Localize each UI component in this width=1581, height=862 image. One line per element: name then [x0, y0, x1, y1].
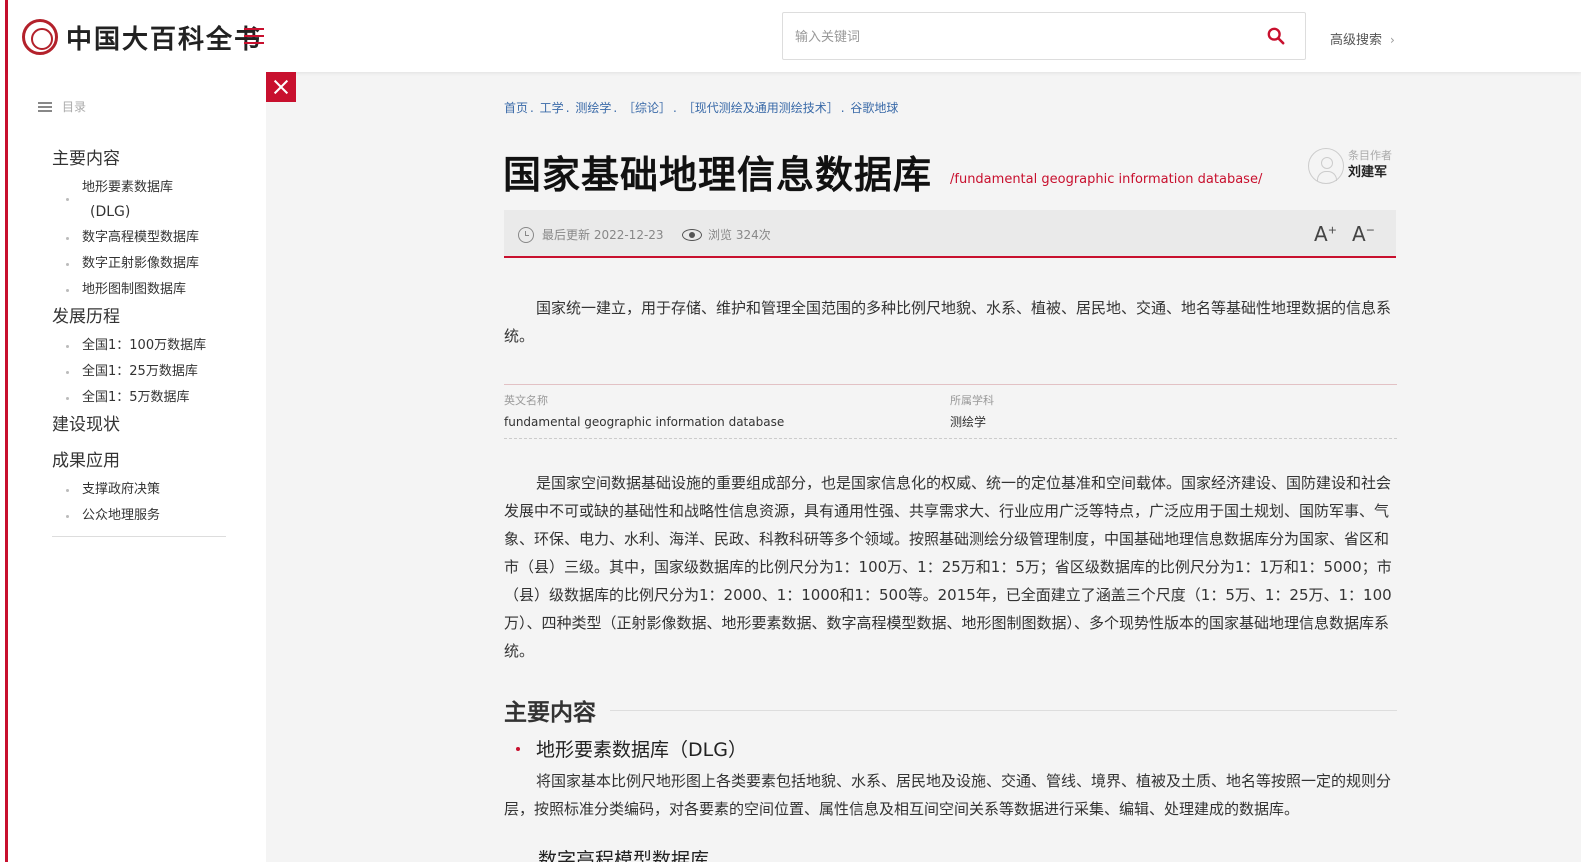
- dlg-paragraph: 将国家基本比例尺地形图上各类要素包括地貌、水系、居民地及设施、交通、管线、境界、…: [504, 772, 1392, 818]
- author-label: 条目作者: [1348, 149, 1392, 162]
- last-updated: 最后更新 2022-12-23: [518, 226, 664, 243]
- info-label: 所属学科: [950, 394, 994, 407]
- section-title-main-content: 主要内容: [504, 700, 596, 726]
- author-block: 条目作者 刘建军: [1308, 148, 1392, 184]
- advanced-search-link[interactable]: 高级搜索 ›: [1330, 29, 1395, 48]
- view-count: 浏览 324次: [682, 226, 771, 243]
- page-subtitle: /fundamental geographic information data…: [950, 172, 1263, 187]
- toc-section-status[interactable]: 建设现状: [52, 414, 226, 436]
- toc-sublist: 支撑政府决策 公众地理服务: [52, 480, 226, 526]
- site-logo[interactable]: 中国大百科全书: [22, 18, 262, 56]
- toc-item-50k[interactable]: 全国1：5万数据库: [52, 388, 226, 408]
- toc-list: 主要内容 地形要素数据库 (DLG) 数字高程模型数据库 数字正射影像数据库 地形…: [52, 148, 226, 537]
- breadcrumb-home[interactable]: 首页: [504, 101, 528, 115]
- subsection-title: 地形要素数据库（DLG）: [536, 739, 747, 761]
- hamburger-menu-icon[interactable]: [244, 28, 264, 44]
- view-count-text: 浏览 324次: [708, 228, 771, 242]
- section-heading: 主要内容: [504, 693, 1397, 727]
- toc-item-dem[interactable]: 数字高程模型数据库: [52, 228, 226, 248]
- subsection-heading-dem: 数字高程模型数据库: [538, 849, 710, 862]
- breadcrumb-modern-surveying[interactable]: ［现代测绘及通用测绘技术］: [683, 101, 839, 115]
- logo-text: 中国大百科全书: [66, 24, 263, 55]
- subsection-heading-dlg: 地形要素数据库（DLG）: [516, 735, 747, 762]
- breadcrumb-overview[interactable]: ［综论］: [623, 101, 671, 115]
- left-accent-strip: [0, 0, 8, 862]
- toc-item-gov[interactable]: 支撑政府决策: [52, 480, 226, 500]
- section-divider: [610, 709, 1397, 711]
- info-english-name: 英文名称 fundamental geographic information …: [504, 393, 784, 435]
- toc-sidebar: 目录 主要内容 地形要素数据库 (DLG) 数字高程模型数据库 数字正射影像数据库…: [8, 72, 266, 862]
- search-box: [782, 12, 1306, 60]
- toc-header[interactable]: 目录: [38, 98, 86, 115]
- toc-item-dom[interactable]: 数字正射影像数据库: [52, 254, 226, 274]
- info-value[interactable]: 测绘学: [950, 409, 994, 435]
- toc-item-drg[interactable]: 地形图制图数据库: [52, 280, 226, 300]
- toc-label: 目录: [62, 100, 87, 114]
- breadcrumb-google-earth[interactable]: 谷歌地球: [850, 101, 898, 115]
- list-icon: [38, 101, 52, 112]
- search-input[interactable]: [795, 25, 1235, 49]
- close-sidebar-icon[interactable]: [266, 72, 296, 102]
- toc-section-main-content[interactable]: 主要内容: [52, 148, 226, 170]
- eye-icon: [682, 228, 702, 241]
- breadcrumb-engineering[interactable]: 工学: [540, 101, 564, 115]
- body-paragraph: 是国家空间数据基础设施的重要组成部分，也是国家信息化的权威、统一的定位基准和空间…: [504, 474, 1392, 660]
- author-name[interactable]: 刘建军: [1348, 163, 1392, 183]
- info-discipline: 所属学科 测绘学: [950, 393, 994, 435]
- toc-section-history[interactable]: 发展历程: [52, 306, 226, 328]
- bullet-icon: [516, 746, 520, 751]
- top-header: 中国大百科全书 高级搜索 ›: [8, 0, 1581, 72]
- last-updated-text: 最后更新 2022-12-23: [542, 228, 664, 242]
- page-title: 国家基础地理信息数据库: [503, 153, 933, 197]
- toc-item-public[interactable]: 公众地理服务: [52, 506, 226, 526]
- toc-item-250k[interactable]: 全国1：25万数据库: [52, 362, 226, 382]
- info-value: fundamental geographic information datab…: [504, 415, 785, 429]
- toc-section-applications[interactable]: 成果应用: [52, 450, 226, 472]
- toc-sublist: 地形要素数据库 (DLG) 数字高程模型数据库 数字正射影像数据库 地形图制图数据…: [52, 178, 226, 300]
- toc-item-label: 地形要素数据库: [82, 180, 174, 195]
- chevron-right-icon: ›: [1390, 33, 1395, 47]
- toc-sublist: 全国1：100万数据库 全国1：25万数据库 全国1：5万数据库: [52, 336, 226, 408]
- breadcrumb: 首页. 工学. 测绘学. ［综论］. ［现代测绘及通用测绘技术］. 谷歌地球: [504, 101, 899, 115]
- intro-paragraph: 国家统一建立，用于存储、维护和管理全国范围的多种比例尺地貌、水系、植被、居民地、…: [504, 299, 1392, 345]
- toc-item-dlg[interactable]: 地形要素数据库 (DLG): [52, 178, 226, 222]
- info-table: 英文名称 fundamental geographic information …: [504, 384, 1397, 439]
- avatar[interactable]: [1308, 148, 1344, 184]
- breadcrumb-surveying[interactable]: 测绘学: [575, 101, 611, 115]
- toc-item-label-2: (DLG): [90, 204, 131, 220]
- search-icon[interactable]: [1267, 27, 1285, 45]
- font-decrease-button[interactable]: A−: [1352, 222, 1375, 246]
- logo-seal-icon: [22, 19, 58, 55]
- font-increase-button[interactable]: A+: [1314, 222, 1337, 246]
- clock-icon: [518, 226, 534, 243]
- toc-item-1m[interactable]: 全国1：100万数据库: [52, 336, 226, 356]
- info-label: 英文名称: [504, 394, 548, 407]
- meta-bar: 最后更新 2022-12-23 浏览 324次 A+ A−: [504, 210, 1396, 258]
- advanced-search-label: 高级搜索: [1330, 33, 1383, 48]
